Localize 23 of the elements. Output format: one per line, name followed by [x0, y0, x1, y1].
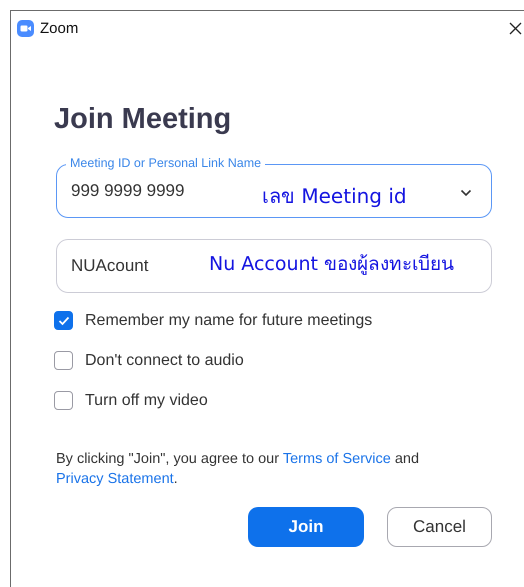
dialog-heading: Join Meeting [54, 102, 232, 136]
terms-link[interactable]: Terms of Service [282, 451, 391, 467]
checkbox[interactable] [54, 311, 73, 330]
field-value: NUAcount [71, 256, 148, 276]
checkbox-label: Remember my name for future meetings [85, 311, 372, 331]
name-field[interactable]: NUAcount Nu Account ของผู้ลงทะเบียน [56, 239, 492, 293]
join-button[interactable]: Join [248, 507, 364, 547]
checkbox-label: Don't connect to audio [85, 351, 244, 371]
annotation-text: Nu Account ของผู้ลงทะเบียน [209, 252, 454, 276]
field-label: Meeting ID or Personal Link Name [66, 155, 266, 171]
close-button[interactable] [509, 22, 522, 34]
checkbox[interactable] [54, 391, 73, 410]
checkbox-label: Turn off my video [85, 391, 208, 411]
field-value: 999 9999 9999 [71, 181, 184, 201]
checkbox[interactable] [54, 351, 73, 370]
annotation-text: เลข Meeting id [262, 184, 407, 208]
agreement-text: By clicking "Join", you agree to our Terms of Service and Privacy Statement. [56, 450, 420, 489]
privacy-link[interactable]: Privacy Statement [56, 471, 174, 487]
video-camera-icon [17, 20, 34, 36]
checkmark-icon [58, 316, 70, 326]
chevron-down-icon[interactable] [460, 189, 472, 197]
window-title: Zoom [40, 20, 78, 36]
cancel-button[interactable]: Cancel [387, 507, 492, 547]
